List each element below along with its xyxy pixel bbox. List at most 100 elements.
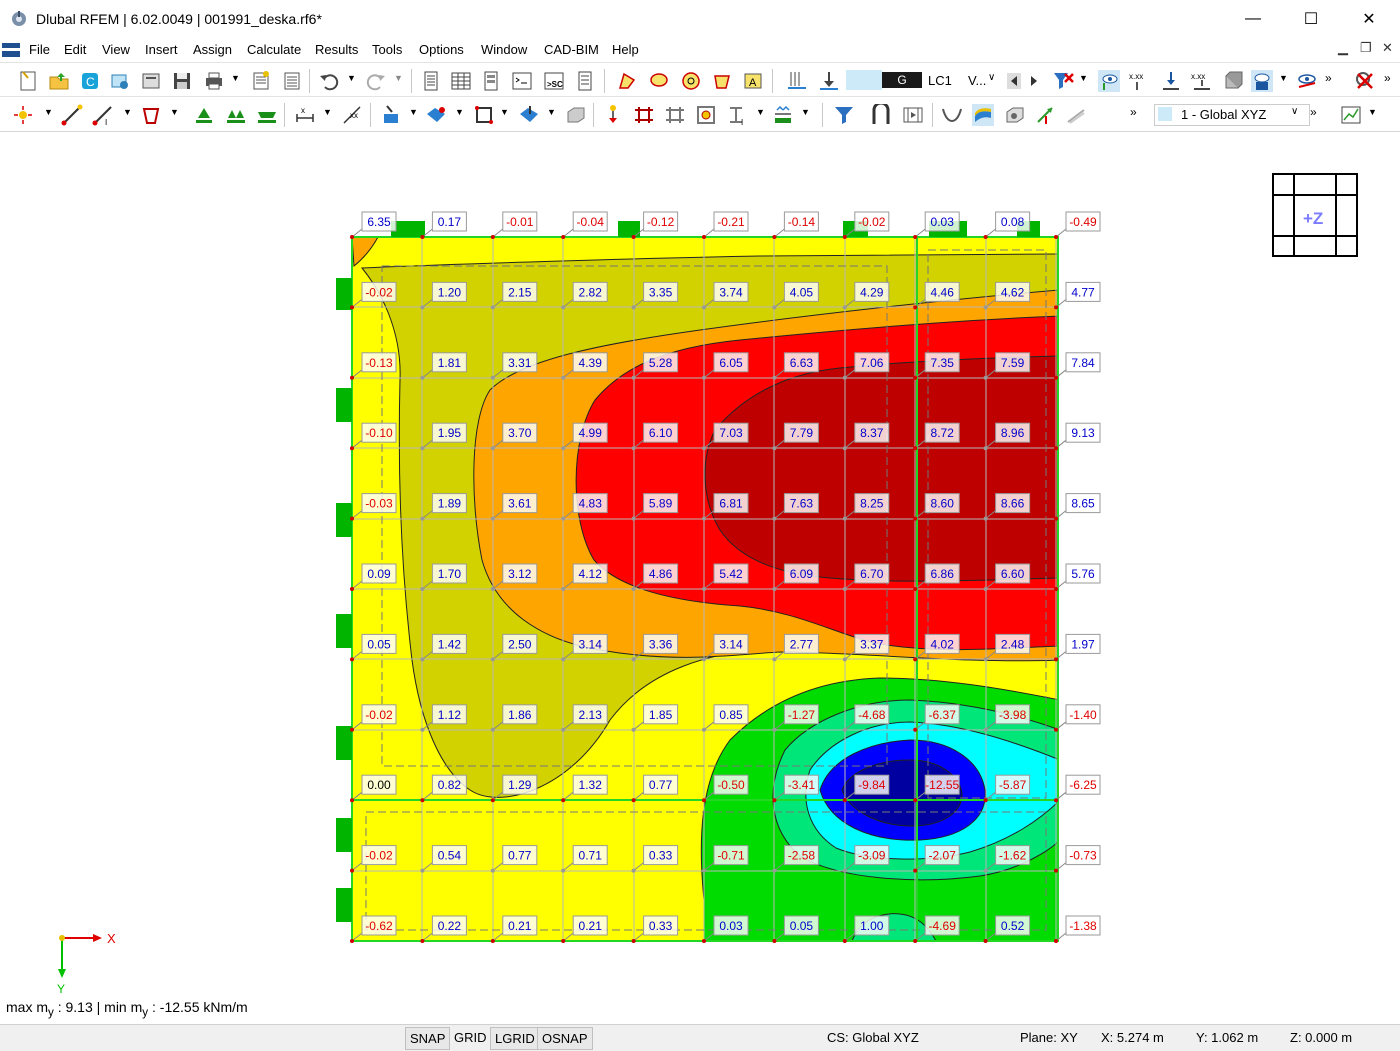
line-hinge-icon[interactable] xyxy=(664,104,686,126)
new-model-icon[interactable] xyxy=(17,70,39,92)
load-down-icon[interactable] xyxy=(818,70,840,92)
menu-edit[interactable]: Edit xyxy=(64,42,86,57)
graph-dropdown-icon[interactable]: ▼ xyxy=(1368,107,1377,117)
document-list-icon[interactable] xyxy=(281,70,303,92)
menu-results[interactable]: Results xyxy=(315,42,358,57)
undo-icon[interactable] xyxy=(318,70,340,92)
nodal-support-icon[interactable] xyxy=(193,104,215,126)
document-icon[interactable] xyxy=(2,43,20,57)
dlubal-center-icon[interactable]: C xyxy=(79,70,101,92)
member-dropdown-icon[interactable]: ▼ xyxy=(123,107,132,117)
osnap-toggle[interactable]: OSNAP xyxy=(537,1027,593,1050)
coordinate-icon[interactable]: xx xyxy=(341,104,363,126)
menu-tools[interactable]: Tools xyxy=(372,42,402,57)
surface-release-icon[interactable] xyxy=(695,104,717,126)
member-load-dropdown-icon[interactable]: ▼ xyxy=(455,107,464,117)
visibility-icon[interactable] xyxy=(1296,70,1318,92)
member-hinge-icon[interactable] xyxy=(633,104,655,126)
script-icon[interactable]: >SC xyxy=(543,70,565,92)
select-circle-icon[interactable] xyxy=(680,70,702,92)
cross-section-icon[interactable]: I xyxy=(727,104,749,126)
console-icon[interactable] xyxy=(511,70,533,92)
load-case-dropdown-icon[interactable]: ∨ xyxy=(988,72,995,83)
dimension-dropdown-icon[interactable]: ▼ xyxy=(323,107,332,117)
mdi-minimize-icon[interactable]: ▁ xyxy=(1338,40,1348,56)
surface-load-icon[interactable] xyxy=(473,104,495,126)
load-case-selector[interactable]: G LC1 V... ∨ xyxy=(846,70,996,90)
reaction-values-icon[interactable]: x.xx xyxy=(1191,70,1213,92)
grid-toggle[interactable]: GRID xyxy=(454,1030,487,1045)
result-filter-icon[interactable] xyxy=(1052,70,1074,92)
cancel-results-icon[interactable] xyxy=(1354,70,1376,92)
redo-icon[interactable] xyxy=(365,70,387,92)
new-node-icon[interactable] xyxy=(12,104,34,126)
undo-dropdown-icon[interactable]: ▼ xyxy=(347,73,356,83)
menu-calculate[interactable]: Calculate xyxy=(247,42,301,57)
imperfection-icon[interactable] xyxy=(602,104,624,126)
close-button[interactable]: ✕ xyxy=(1340,0,1398,38)
previous-load-case-icon[interactable] xyxy=(1006,70,1022,92)
animation-icon[interactable] xyxy=(902,104,924,126)
snap-toggle[interactable]: SNAP xyxy=(405,1027,451,1050)
menu-assign[interactable]: Assign xyxy=(193,42,232,57)
solid-load-dropdown-icon[interactable]: ▼ xyxy=(547,107,556,117)
graph-icon[interactable] xyxy=(1340,104,1362,126)
model-viewport[interactable]: 6.35 0.17 -0.01 -0.04 -0.12 -0.21 -0.14 -0.02 0.… xyxy=(0,131,1400,1024)
open-folder-icon[interactable] xyxy=(48,70,70,92)
view-cube[interactable]: +Z xyxy=(1272,173,1358,257)
properties-icon[interactable] xyxy=(480,70,502,92)
menu-file[interactable]: File xyxy=(29,42,50,57)
menu-view[interactable]: View xyxy=(102,42,130,57)
save-icon[interactable] xyxy=(171,70,193,92)
print-report-icon[interactable] xyxy=(140,70,162,92)
filter-dropdown-icon[interactable]: ▼ xyxy=(1079,73,1088,83)
maximize-button[interactable]: ☐ xyxy=(1282,0,1340,38)
select-polygon-icon[interactable] xyxy=(616,70,638,92)
menu-cad-bim[interactable]: CAD-BIM xyxy=(544,42,599,57)
support-reactions-icon[interactable] xyxy=(1160,70,1182,92)
show-results-icon[interactable] xyxy=(1098,70,1120,92)
panel-icon[interactable] xyxy=(574,70,596,92)
new-surface-icon[interactable] xyxy=(141,104,163,126)
menu-options[interactable]: Options xyxy=(419,42,464,57)
menu-help[interactable]: Help xyxy=(612,42,639,57)
load-input-icon[interactable] xyxy=(786,70,808,92)
coordinate-system-dropdown-icon[interactable]: ∨ xyxy=(1291,106,1298,117)
stress-icon[interactable] xyxy=(1065,104,1087,126)
result-values-icon[interactable]: x.xx xyxy=(1129,70,1151,92)
lgrid-toggle[interactable]: LGRID xyxy=(490,1027,540,1050)
select-lasso-icon[interactable] xyxy=(648,70,670,92)
model-settings-icon[interactable] xyxy=(109,70,131,92)
toolbar-overflow-icon[interactable]: » xyxy=(1325,71,1332,85)
frame-icon[interactable] xyxy=(870,104,892,126)
snow-load-icon[interactable] xyxy=(772,104,794,126)
selection-filter-icon[interactable] xyxy=(833,104,855,126)
line-support-icon[interactable] xyxy=(225,104,247,126)
toolbar2-overflow-icon-2[interactable]: » xyxy=(1310,105,1317,119)
node-dropdown-icon[interactable]: ▼ xyxy=(44,107,53,117)
surface-load-dropdown-icon[interactable]: ▼ xyxy=(500,107,509,117)
coordinate-system-selector[interactable]: 1 - Global XYZ ∨ xyxy=(1154,104,1310,126)
surface-support-icon[interactable] xyxy=(256,104,278,126)
mdi-restore-icon[interactable]: ❐ xyxy=(1360,40,1372,56)
table-icon[interactable] xyxy=(450,70,472,92)
solid-icon[interactable] xyxy=(564,104,586,126)
next-load-case-icon[interactable] xyxy=(1026,70,1042,92)
solid-load-icon[interactable] xyxy=(518,104,540,126)
solid-results-icon[interactable] xyxy=(1003,104,1025,126)
minimize-button[interactable]: — xyxy=(1224,0,1282,38)
dimension-icon[interactable]: x xyxy=(294,104,316,126)
view-options-icon[interactable] xyxy=(1251,70,1273,92)
cross-section-dropdown-icon[interactable]: ▼ xyxy=(756,107,765,117)
member-load-icon[interactable] xyxy=(425,104,447,126)
new-line-icon[interactable] xyxy=(61,104,83,126)
mdi-close-icon[interactable]: ✕ xyxy=(1382,40,1393,56)
toolbar2-overflow-icon[interactable]: » xyxy=(1130,105,1137,119)
print-dropdown-icon[interactable]: ▼ xyxy=(231,73,240,83)
menu-insert[interactable]: Insert xyxy=(145,42,178,57)
select-area-icon[interactable] xyxy=(711,70,733,92)
redo-dropdown-icon[interactable]: ▼ xyxy=(394,73,403,83)
deformation-icon[interactable] xyxy=(941,104,963,126)
navigator-icon[interactable] xyxy=(420,70,442,92)
menu-window[interactable]: Window xyxy=(481,42,527,57)
